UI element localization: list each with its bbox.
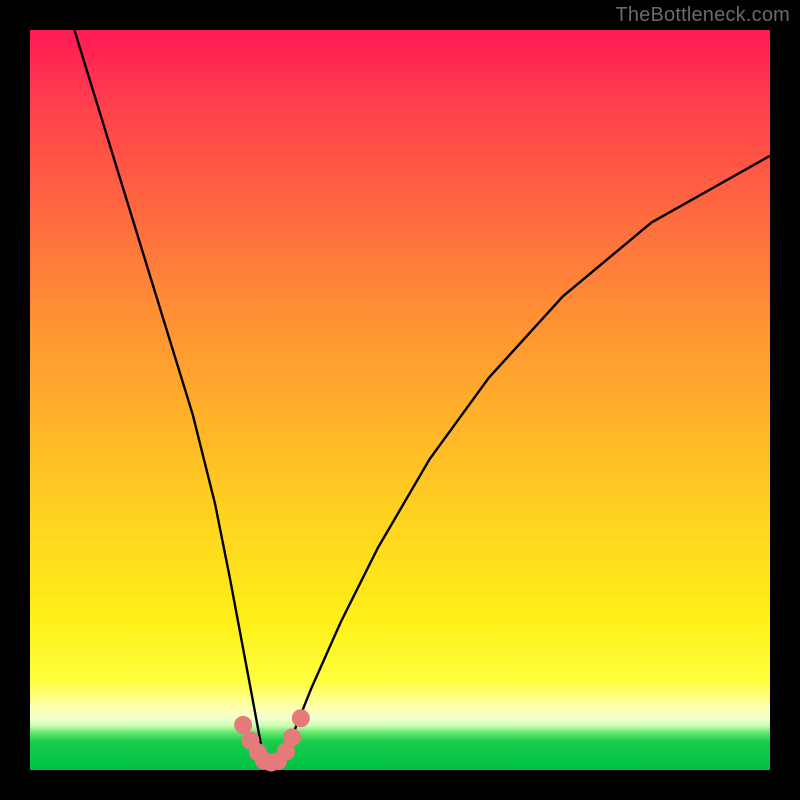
watermark-text: TheBottleneck.com: [615, 4, 790, 27]
chart-overlay-svg: [30, 30, 770, 770]
chart-frame: TheBottleneck.com: [0, 0, 800, 800]
highlight-marker: [292, 709, 310, 727]
highlight-marker: [283, 728, 301, 746]
highlight-markers: [234, 709, 310, 771]
bottleneck-curve: [74, 30, 770, 766]
highlight-marker: [234, 716, 252, 734]
